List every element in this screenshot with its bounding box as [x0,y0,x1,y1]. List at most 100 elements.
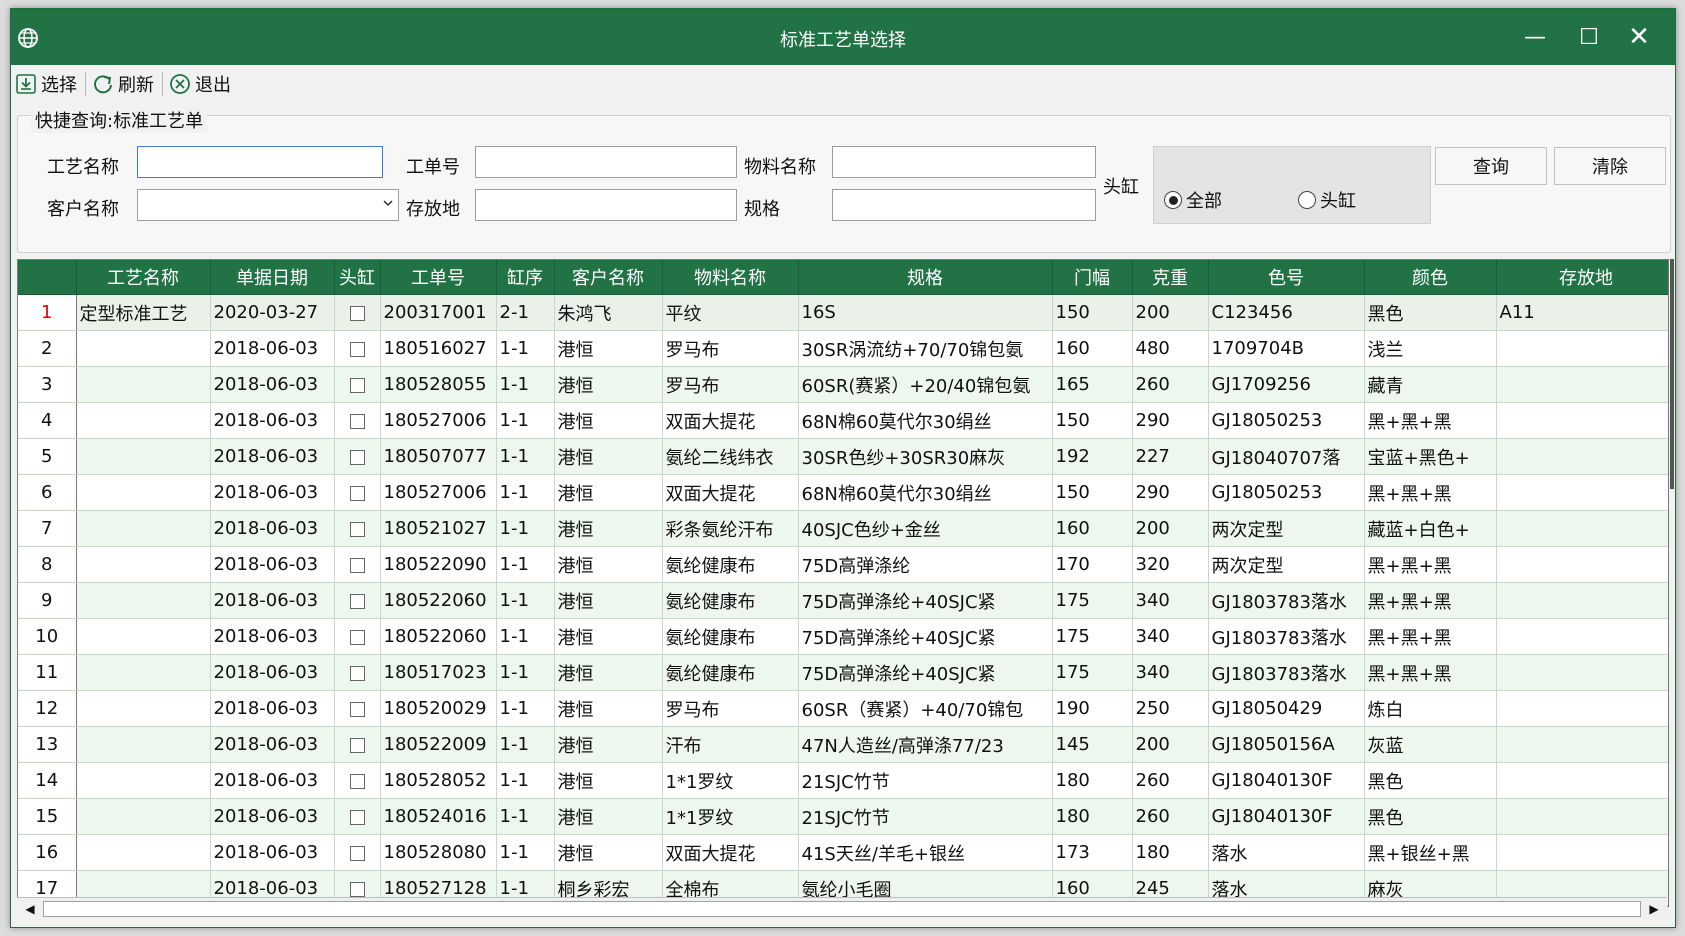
table-row[interactable]: 10 2018-06-03 180522060 1-1 港恒 氨纶健康布 75D高弹涤纶+4… [18,618,1668,655]
head-vat-checkbox-cell[interactable] [334,330,381,367]
title-bar[interactable]: 标准工艺单选择 — ☐ ✕ [11,9,1675,65]
close-button[interactable]: ✕ [1619,19,1659,55]
checkbox[interactable] [349,305,365,321]
head-vat-checkbox-cell[interactable] [334,762,381,799]
table-row[interactable]: 2 2018-06-03 180516027 1-1 港恒 罗马布 30SR涡流纺+70/7… [18,330,1668,367]
minimize-button[interactable]: — [1515,19,1555,55]
table-row[interactable]: 12 2018-06-03 180520029 1-1 港恒 罗马布 60SR（赛紧）+40… [18,690,1668,727]
radio-head-vat[interactable]: 头缸 [1298,187,1356,213]
checkbox[interactable] [349,629,365,645]
head-vat-checkbox-cell[interactable] [334,798,381,835]
scrollbar-track[interactable] [43,901,1641,917]
column-header[interactable]: 门幅 [1052,260,1133,295]
data-grid[interactable]: 工艺名称 单据日期 头缸 工单号 缸序 客户名称 物料名称 规格 门幅 克重 色… [17,259,1669,907]
storage-input[interactable] [475,189,737,221]
head-vat-checkbox-cell[interactable] [334,654,381,691]
checkbox[interactable] [349,377,365,393]
column-header[interactable]: 规格 [798,260,1053,295]
window-title: 标准工艺单选择 [780,30,906,51]
table-row[interactable]: 4 2018-06-03 180527006 1-1 港恒 双面大提花 68N棉60莫代尔3… [18,402,1668,439]
head-vat-checkbox-cell[interactable] [334,834,381,871]
cell-width: 150 [1052,474,1133,511]
table-row[interactable]: 15 2018-06-03 180524016 1-1 港恒 1*1罗纹 21SJC竹节 18… [18,798,1668,835]
maximize-button[interactable]: ☐ [1569,19,1609,55]
cell-customer: 港恒 [554,762,663,799]
table-row[interactable]: 5 2018-06-03 180507077 1-1 港恒 氨纶二线纬衣 30SR色纱+30… [18,438,1668,475]
scroll-left-button[interactable]: ◀ [19,898,41,920]
cell-spec: 68N棉60莫代尔30绢丝 [798,474,1053,511]
column-header[interactable]: 头缸 [334,260,381,295]
cell-seq: 1-1 [496,474,555,511]
table-row[interactable]: 1 定型标准工艺 2020-03-27 200317001 2-1 朱鸿飞 平纹 16S 150… [18,294,1668,331]
checkbox[interactable] [349,881,365,897]
head-vat-checkbox-cell[interactable] [334,618,381,655]
row-number: 7 [18,510,77,547]
column-header[interactable]: 工单号 [380,260,497,295]
checkbox[interactable] [349,593,365,609]
column-header[interactable]: 单据日期 [210,260,335,295]
spec-input[interactable] [832,189,1096,221]
column-header[interactable]: 色号 [1208,260,1365,295]
head-vat-checkbox-cell[interactable] [334,438,381,475]
head-vat-checkbox-cell[interactable] [334,294,381,331]
checkbox[interactable] [349,737,365,753]
cell-date: 2018-06-03 [210,402,335,439]
head-vat-checkbox-cell[interactable] [334,366,381,403]
chevron-down-icon [383,200,393,207]
cell-spec: 41S天丝/羊毛+银丝 [798,834,1053,871]
head-vat-checkbox-cell[interactable] [334,510,381,547]
radio-all[interactable]: 全部 [1164,187,1222,213]
checkbox[interactable] [349,845,365,861]
head-vat-checkbox-cell[interactable] [334,546,381,583]
column-header[interactable]: 物料名称 [662,260,799,295]
column-header[interactable]: 客户名称 [554,260,663,295]
table-row[interactable]: 13 2018-06-03 180522009 1-1 港恒 汗布 47N人造丝/高弹涤77… [18,726,1668,763]
checkbox[interactable] [349,557,365,573]
cell-storage [1496,618,1668,655]
clear-button[interactable]: 清除 [1554,147,1666,185]
table-row[interactable]: 3 2018-06-03 180528055 1-1 港恒 罗马布 60SR(赛紧）+20/… [18,366,1668,403]
exit-button[interactable]: 退出 [165,69,237,99]
order-no-input[interactable] [475,146,737,178]
cell-order: 200317001 [380,294,497,331]
cell-spec: 75D高弹涤纶+40SJC紧 [798,618,1053,655]
checkbox[interactable] [349,773,365,789]
horizontal-scrollbar[interactable]: ◀ ▶ [17,897,1667,920]
column-header[interactable]: 工艺名称 [76,260,211,295]
vertical-scrollbar-thumb[interactable] [1670,259,1674,489]
customer-name-combo[interactable] [137,189,399,221]
table-row[interactable]: 6 2018-06-03 180527006 1-1 港恒 双面大提花 68N棉60莫代尔3… [18,474,1668,511]
checkbox[interactable] [349,701,365,717]
head-vat-checkbox-cell[interactable] [334,726,381,763]
checkbox[interactable] [349,521,365,537]
material-name-input[interactable] [832,146,1096,178]
table-row[interactable]: 9 2018-06-03 180522060 1-1 港恒 氨纶健康布 75D高弹涤纶+40… [18,582,1668,619]
table-row[interactable]: 7 2018-06-03 180521027 1-1 港恒 彩条氨纶汗布 40SJC色纱+金… [18,510,1668,547]
scrollbar-thumb[interactable] [43,901,1641,917]
process-name-input[interactable] [137,146,383,178]
table-row[interactable]: 14 2018-06-03 180528052 1-1 港恒 1*1罗纹 21SJC竹节 18… [18,762,1668,799]
checkbox[interactable] [349,485,365,501]
head-vat-checkbox-cell[interactable] [334,474,381,511]
checkbox[interactable] [349,449,365,465]
scroll-right-button[interactable]: ▶ [1643,898,1665,920]
refresh-button[interactable]: 刷新 [88,69,160,99]
head-vat-checkbox-cell[interactable] [334,690,381,727]
query-button[interactable]: 查询 [1435,147,1547,185]
column-header[interactable]: 颜色 [1364,260,1497,295]
table-row[interactable]: 8 2018-06-03 180522090 1-1 港恒 氨纶健康布 75D高弹涤纶 170… [18,546,1668,583]
checkbox[interactable] [349,809,365,825]
cell-order: 180522009 [380,726,497,763]
cell-spec: 16S [798,294,1053,331]
table-row[interactable]: 16 2018-06-03 180528080 1-1 港恒 双面大提花 41S天丝/羊毛+… [18,834,1668,871]
table-row[interactable]: 11 2018-06-03 180517023 1-1 港恒 氨纶健康布 75D高弹涤纶+4… [18,654,1668,691]
head-vat-checkbox-cell[interactable] [334,582,381,619]
column-header[interactable]: 存放地 [1496,260,1668,295]
column-header[interactable]: 缸序 [496,260,555,295]
column-header[interactable]: 克重 [1132,260,1209,295]
checkbox[interactable] [349,341,365,357]
select-button[interactable]: 选择 [11,69,83,99]
checkbox[interactable] [349,665,365,681]
head-vat-checkbox-cell[interactable] [334,402,381,439]
checkbox[interactable] [349,413,365,429]
